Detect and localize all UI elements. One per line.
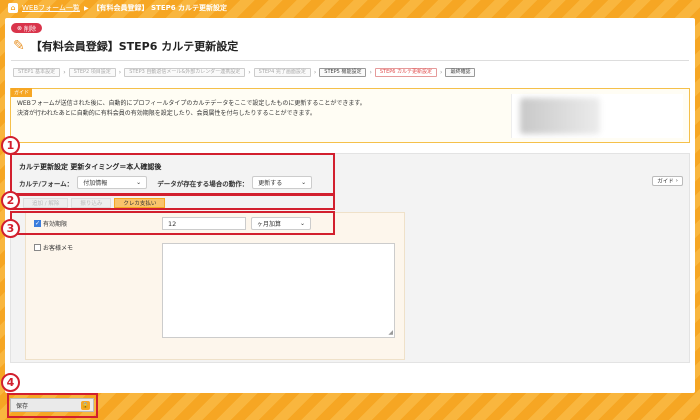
step-nav: STEP1 基本設定 › STEP2 項目設定 › STEP3 自動返信メール&…: [13, 68, 476, 77]
guide-text: WEBフォームが送信された後に、自動的にプロフィールタイプのカルテデータをここで…: [17, 99, 497, 119]
breadcrumb-bar: ⌂ WEBフォーム一覧 ▶ 【有料会員登録】 STEP6 カルテ更新設定: [0, 0, 700, 16]
memo-textarea[interactable]: ◢: [162, 243, 395, 338]
step-5[interactable]: STEP5 機能設定: [319, 68, 367, 77]
callout-box-2: [10, 194, 335, 210]
step-2[interactable]: STEP2 項目設定: [68, 68, 116, 77]
breadcrumb-separator-icon: ▶: [83, 4, 89, 12]
memo-checkbox[interactable]: [34, 244, 41, 251]
guide-button-label: ガイド: [657, 179, 674, 185]
step-final[interactable]: 最終確認: [445, 68, 476, 77]
step-1[interactable]: STEP1 基本設定: [13, 68, 61, 77]
step-3[interactable]: STEP3 自動返信メール&外部カレンダー連携設定: [124, 68, 246, 77]
title-row: ✎ 【有料会員登録】STEP6 カルテ更新設定: [13, 38, 238, 54]
guide-line-2: 決済が行われたあとに自動的に有料会員の有効期限を設定したり、会員属性を付与したり…: [17, 110, 316, 117]
callout-4: 4: [1, 373, 20, 392]
callout-2: 2: [1, 191, 20, 210]
lock-icon: 🔒: [81, 400, 90, 410]
callout-box-1: [10, 153, 335, 195]
breadcrumb-current: 【有料会員登録】 STEP6 カルテ更新設定: [92, 4, 228, 12]
pencil-icon: ✎: [13, 38, 25, 54]
delete-label: 削除: [24, 25, 37, 33]
delete-icon: ⊗: [17, 24, 23, 32]
step-4[interactable]: STEP4 完了画面設定: [253, 68, 311, 77]
step-6[interactable]: STEP6 カルテ更新設定: [374, 68, 438, 77]
step-arrow-icon: ›: [118, 69, 122, 76]
memo-label: お客様メモ: [43, 245, 74, 252]
blurred-preview-image: [520, 98, 600, 134]
guide-tag: ガイド: [11, 88, 33, 97]
guide-line-1: WEBフォームが送信された後に、自動的にプロフィールタイプのカルテデータをここで…: [17, 100, 366, 107]
save-button[interactable]: 保存 🔒: [10, 398, 94, 412]
guide-box: ガイド WEBフォームが送信された後に、自動的にプロフィールタイプのカルテデータ…: [10, 88, 690, 143]
memo-row: お客様メモ: [34, 243, 73, 252]
step-arrow-icon: ›: [313, 69, 317, 76]
step-arrow-icon: ›: [248, 69, 251, 76]
resize-grip-icon[interactable]: ◢: [388, 329, 393, 336]
step-arrow-icon: ›: [369, 69, 372, 76]
step-arrow-icon: ›: [440, 69, 443, 76]
callout-box-3: [10, 211, 335, 235]
chevron-right-icon: ›: [675, 178, 678, 184]
callout-1: 1: [1, 136, 20, 155]
save-label: 保存: [16, 402, 29, 410]
title-divider: [11, 60, 689, 61]
delete-button[interactable]: ⊗ 削除: [11, 23, 43, 33]
guide-button[interactable]: ガイド ›: [652, 176, 683, 186]
guide-image: [511, 94, 683, 138]
breadcrumb-link[interactable]: WEBフォーム一覧: [22, 3, 80, 13]
step-arrow-icon: ›: [63, 69, 66, 76]
callout-3: 3: [1, 219, 20, 238]
home-icon[interactable]: ⌂: [8, 3, 18, 13]
page-title: 【有料会員登録】STEP6 カルテ更新設定: [30, 40, 239, 53]
